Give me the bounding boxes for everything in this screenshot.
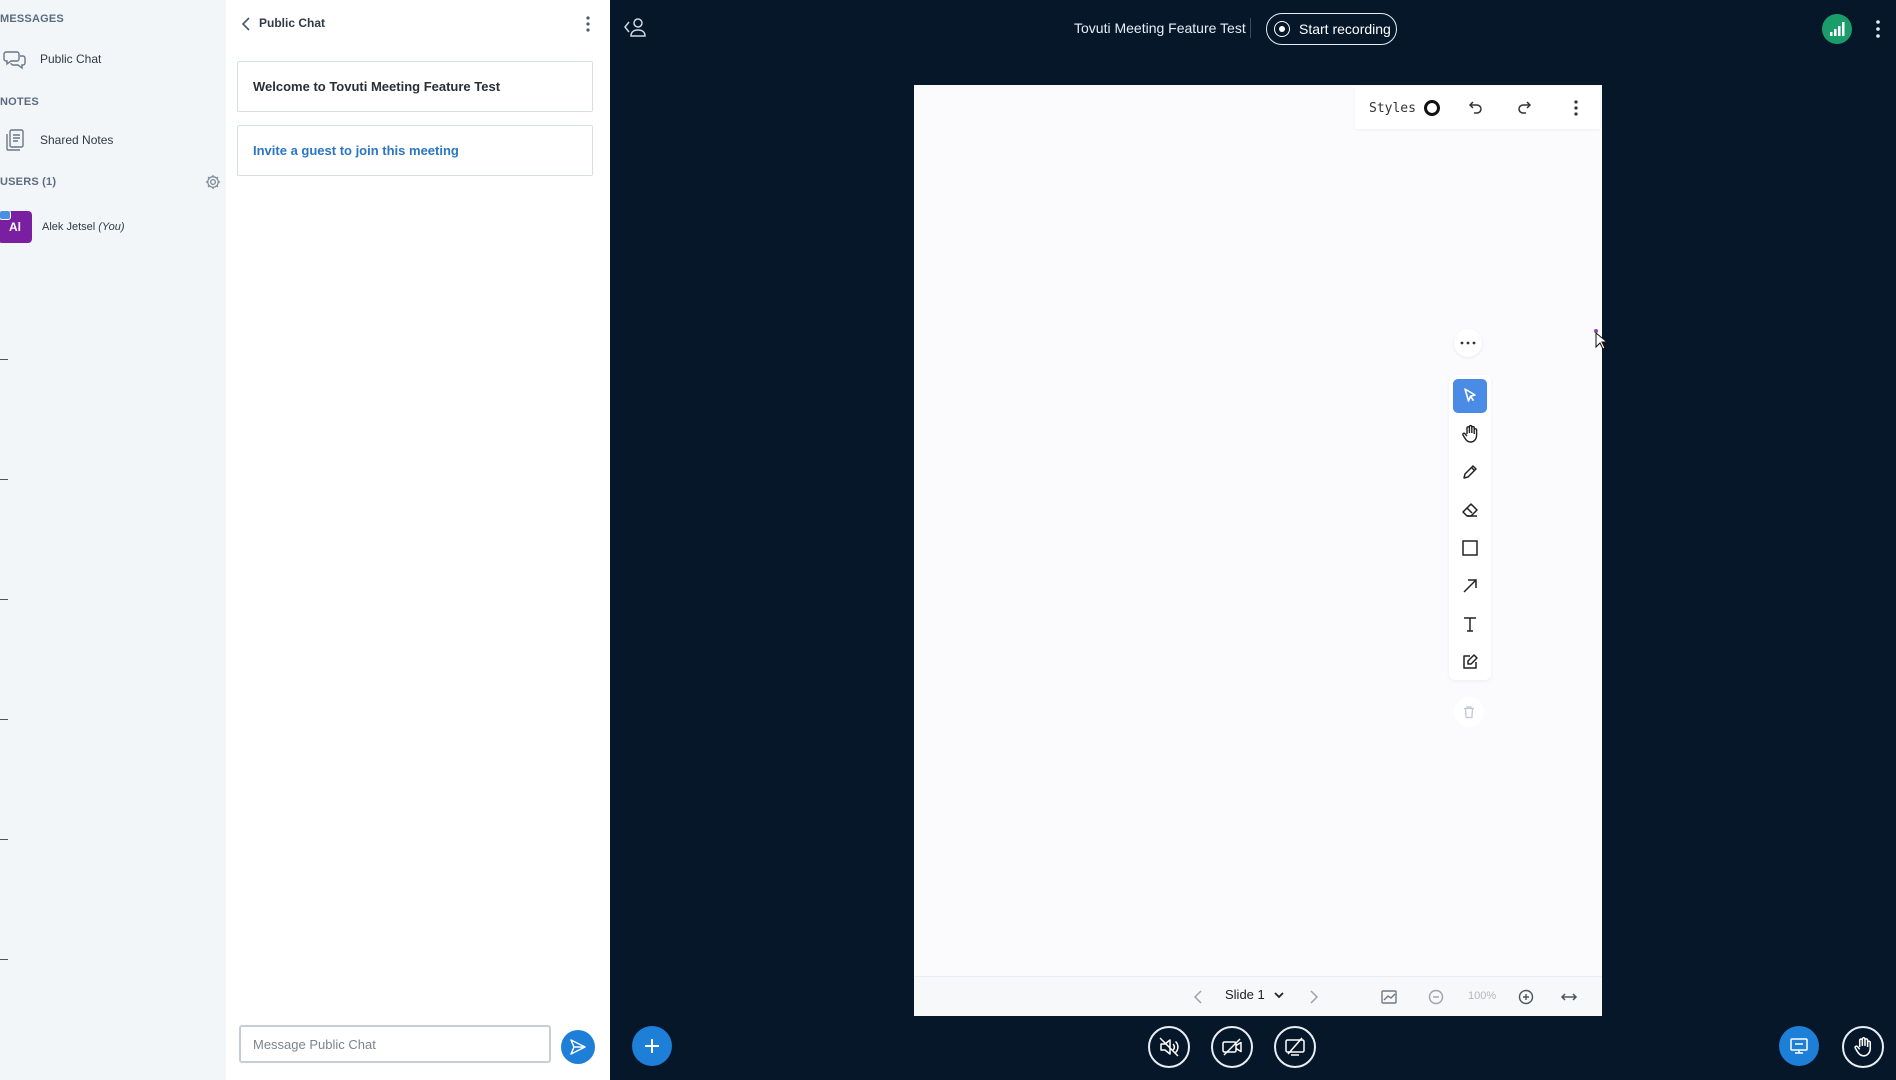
send-message-button[interactable] bbox=[561, 1030, 595, 1064]
more-vertical-icon[interactable] bbox=[1567, 99, 1585, 117]
avatar-initials: Al bbox=[9, 220, 21, 234]
toggle-toolbar-icon[interactable] bbox=[1380, 988, 1398, 1006]
mouse-cursor-icon bbox=[1594, 329, 1609, 350]
chevron-down-icon bbox=[1274, 991, 1284, 998]
camera-off-icon bbox=[1222, 1038, 1242, 1056]
user-you-label: (You) bbox=[98, 221, 125, 233]
user-name: Alek Jetsel (You) bbox=[42, 221, 125, 233]
gear-icon[interactable] bbox=[204, 173, 222, 191]
start-recording-label: Start recording bbox=[1299, 21, 1391, 37]
chat-bubbles-icon bbox=[2, 46, 28, 72]
pencil-icon bbox=[1463, 465, 1477, 479]
next-slide-icon[interactable] bbox=[1304, 988, 1322, 1006]
whiteboard[interactable]: Styles Slide 1 100% bbox=[914, 85, 1602, 1016]
raise-hand-button[interactable] bbox=[1842, 1026, 1884, 1068]
presentation-footer: Slide 1 100% bbox=[914, 976, 1602, 1016]
presenter-badge-icon bbox=[0, 210, 11, 220]
sidebar-divider bbox=[0, 359, 8, 360]
plus-icon bbox=[645, 1039, 659, 1053]
sidebar-divider bbox=[0, 839, 8, 840]
presentation-icon bbox=[1790, 1038, 1808, 1054]
zoom-out-icon[interactable] bbox=[1427, 988, 1445, 1006]
sidebar-item-public-chat[interactable]: Public Chat bbox=[0, 43, 226, 75]
send-icon bbox=[570, 1039, 586, 1055]
drawing-tools-panel bbox=[1449, 375, 1491, 680]
sidebar-divider bbox=[0, 599, 8, 600]
share-webcam-button[interactable] bbox=[1211, 1026, 1253, 1068]
audio-muted-icon bbox=[1159, 1037, 1179, 1057]
notes-icon bbox=[2, 127, 28, 153]
user-list-item[interactable]: Al Alek Jetsel (You) bbox=[0, 210, 125, 243]
screen-share-off-icon bbox=[1285, 1037, 1305, 1056]
notes-heading: NOTES bbox=[0, 96, 39, 108]
users-heading: USERS (1) bbox=[0, 176, 57, 188]
styles-toolbar: Styles bbox=[1355, 87, 1600, 129]
tool-pan[interactable] bbox=[1453, 417, 1487, 451]
color-swatch-icon[interactable] bbox=[1423, 100, 1440, 116]
zoom-in-icon[interactable] bbox=[1517, 988, 1535, 1006]
trash-icon bbox=[1464, 706, 1474, 719]
messages-heading: MESSAGES bbox=[0, 13, 64, 25]
sidebar-divider bbox=[0, 479, 8, 480]
tool-pencil[interactable] bbox=[1453, 455, 1487, 489]
share-screen-button[interactable] bbox=[1274, 1026, 1316, 1068]
zoom-level: 100% bbox=[1468, 990, 1497, 1002]
actions-button[interactable] bbox=[632, 1026, 672, 1066]
tool-rectangle[interactable] bbox=[1453, 531, 1487, 565]
text-icon bbox=[1464, 617, 1476, 632]
chevron-left-icon[interactable] bbox=[238, 15, 256, 33]
start-recording-button[interactable]: Start recording bbox=[1266, 13, 1397, 45]
chat-panel: Public Chat Welcome to Tovuti Meeting Fe… bbox=[226, 0, 610, 1080]
shared-notes-label: Shared Notes bbox=[40, 133, 114, 147]
user-name-text: Alek Jetsel bbox=[42, 221, 96, 233]
eraser-icon bbox=[1462, 503, 1478, 517]
sidebar-divider bbox=[0, 959, 8, 960]
welcome-message: Welcome to Tovuti Meeting Feature Test bbox=[237, 61, 593, 112]
tool-note[interactable] bbox=[1453, 645, 1487, 679]
undo-icon[interactable] bbox=[1466, 99, 1484, 117]
ellipsis-icon bbox=[1460, 341, 1476, 345]
invite-guest-link[interactable]: Invite a guest to join this meeting bbox=[237, 125, 593, 176]
slide-select[interactable]: Slide 1 bbox=[1225, 987, 1285, 1002]
presentation-toggle-button[interactable] bbox=[1779, 1026, 1819, 1066]
public-chat-label: Public Chat bbox=[40, 52, 102, 66]
arrow-icon bbox=[1463, 579, 1477, 593]
toggle-user-list-icon[interactable] bbox=[623, 16, 647, 38]
tool-arrow[interactable] bbox=[1453, 569, 1487, 603]
avatar: Al bbox=[0, 210, 32, 243]
pointer-icon bbox=[1464, 388, 1476, 402]
hand-icon bbox=[1462, 424, 1478, 443]
previous-slide-icon[interactable] bbox=[1190, 988, 1208, 1006]
tool-select[interactable] bbox=[1453, 379, 1487, 413]
record-icon bbox=[1274, 21, 1290, 37]
tool-text[interactable] bbox=[1453, 607, 1487, 641]
meeting-title: Tovuti Meeting Feature Test bbox=[1074, 20, 1246, 36]
sidebar-item-shared-notes[interactable]: Shared Notes bbox=[0, 124, 226, 156]
more-tools-button[interactable] bbox=[1454, 329, 1482, 357]
more-options-icon[interactable] bbox=[578, 14, 598, 34]
delete-button[interactable] bbox=[1454, 697, 1484, 727]
sidebar-divider bbox=[0, 719, 8, 720]
redo-icon[interactable] bbox=[1516, 99, 1534, 117]
fit-width-icon[interactable] bbox=[1560, 988, 1578, 1006]
join-audio-button[interactable] bbox=[1148, 1026, 1190, 1068]
options-menu-icon[interactable] bbox=[1868, 18, 1888, 40]
slide-select-label: Slide 1 bbox=[1225, 987, 1265, 1002]
styles-button[interactable]: Styles bbox=[1369, 101, 1416, 116]
rectangle-icon bbox=[1462, 540, 1478, 556]
navigation-sidebar: MESSAGES Public Chat NOTES Shared Notes … bbox=[0, 0, 226, 1080]
chat-message-input[interactable] bbox=[239, 1025, 551, 1063]
tool-eraser[interactable] bbox=[1453, 493, 1487, 527]
raise-hand-icon bbox=[1854, 1037, 1872, 1057]
note-edit-icon bbox=[1463, 654, 1478, 669]
header-divider bbox=[1250, 18, 1251, 38]
connection-status-icon[interactable] bbox=[1822, 14, 1852, 44]
chat-title: Public Chat bbox=[259, 16, 326, 30]
